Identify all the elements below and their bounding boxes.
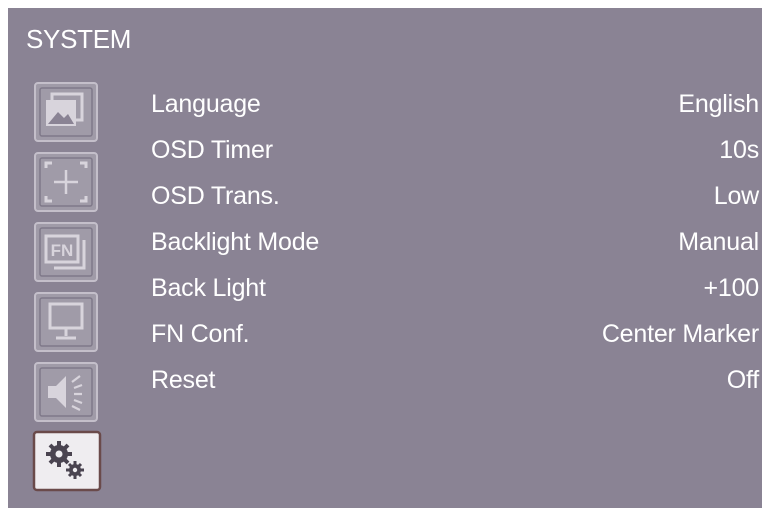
fn-icon: FN [34,222,98,282]
setting-label: FN Conf. [151,320,250,348]
picture-icon [34,82,98,142]
svg-text:FN: FN [51,241,74,260]
tab-audio[interactable] [32,360,102,424]
setting-label: Reset [151,366,216,394]
setting-value[interactable]: English [678,87,759,121]
setting-label: Backlight Mode [151,228,320,256]
setting-value[interactable]: Low [714,179,759,213]
system-gears-icon [32,430,102,492]
setting-label: Back Light [151,274,266,302]
setting-row-reset[interactable]: Reset Off [151,363,761,409]
setting-value[interactable]: +100 [703,271,759,305]
settings-list: Language English OSD Timer 10s OSD Trans… [151,87,761,409]
setting-row-osd-trans[interactable]: OSD Trans. Low [151,179,761,225]
tab-display[interactable] [32,290,102,354]
setting-value[interactable]: Center Marker [602,317,759,351]
setting-label: Language [151,90,261,118]
tab-fn[interactable]: FN [32,220,102,284]
setting-value[interactable]: 10s [719,133,759,167]
osd-menu-panel: SYSTEM FN Language English OSD Timer 10s… [8,8,762,508]
tab-system[interactable] [32,430,102,492]
setting-label: OSD Timer [151,136,273,164]
tab-marker[interactable] [32,150,102,214]
display-icon [34,292,98,352]
category-tabs: FN [32,80,104,500]
setting-value[interactable]: Manual [678,225,759,259]
setting-label: OSD Trans. [151,182,280,210]
setting-row-fn-conf[interactable]: FN Conf. Center Marker [151,317,761,363]
menu-title: SYSTEM [26,24,132,54]
marker-icon [34,152,98,212]
setting-row-back-light[interactable]: Back Light +100 [151,271,761,317]
setting-row-osd-timer[interactable]: OSD Timer 10s [151,133,761,179]
audio-icon [34,362,98,422]
setting-value[interactable]: Off [727,363,759,397]
tab-picture[interactable] [32,80,102,144]
setting-row-language[interactable]: Language English [151,87,761,133]
setting-row-backlight-mode[interactable]: Backlight Mode Manual [151,225,761,271]
